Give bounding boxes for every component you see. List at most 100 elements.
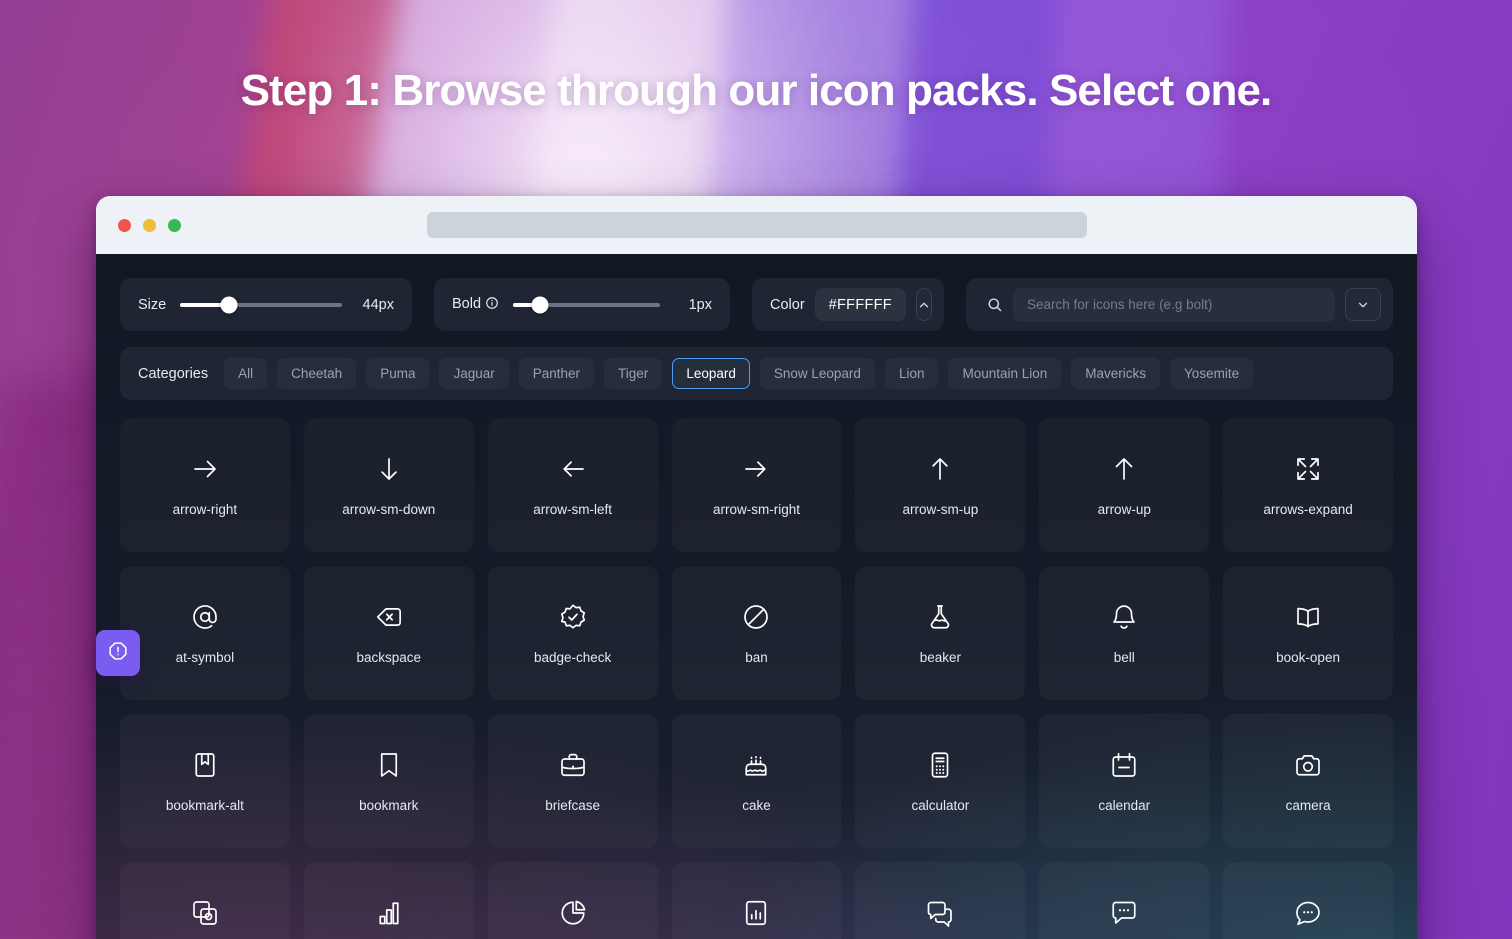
icon-tile-briefcase[interactable]: briefcase [487,714,658,848]
feedback-button[interactable] [96,630,140,676]
zoom-button[interactable] [168,218,181,232]
chat-alt-icon [1109,898,1139,928]
icon-tile-label: backspace [356,649,422,665]
app-body: Size 44px Bold 1px Color #FFFFFF Search … [96,254,1417,939]
arrow-sm-down-icon [374,454,404,484]
icon-tile-at-symbol[interactable]: at-symbol [120,566,290,700]
at-symbol-icon [190,602,220,632]
icon-tile[interactable] [1039,862,1210,939]
beaker-icon [925,602,955,632]
icon-tile-label: beaker [919,649,961,665]
size-panel: Size 44px [120,278,412,331]
category-chip-cheetah[interactable]: Cheetah [277,358,357,389]
category-chip-lion[interactable]: Lion [884,358,939,389]
icon-tile[interactable] [855,862,1026,939]
icon-tile-arrows-expand[interactable]: arrows-expand [1223,418,1393,552]
icon-tile-arrow-up[interactable]: arrow-up [1039,418,1210,552]
icon-tile-calculator[interactable]: calculator [855,714,1026,848]
chevron-down-icon[interactable] [1345,288,1381,321]
info-circle-icon[interactable] [485,296,499,314]
icon-tile-arrow-sm-up[interactable]: arrow-sm-up [855,418,1026,552]
icon-tile-label: calculator [911,797,970,813]
icon-tile[interactable] [303,862,474,939]
color-label: Color [770,296,805,313]
icon-tile-bookmark-alt[interactable]: bookmark-alt [120,714,290,848]
icon-tile-label: arrow-sm-left [533,501,613,517]
icon-tile-bell[interactable]: bell [1039,566,1210,700]
arrows-expand-icon [1293,454,1323,484]
icon-tile-arrow-right[interactable]: arrow-right [120,418,290,552]
window-titlebar [96,196,1417,254]
icon-tile-label: bookmark [359,797,419,813]
arrow-up-icon [1109,454,1139,484]
icon-tile-book-open[interactable]: book-open [1223,566,1393,700]
icon-tile-arrow-sm-down[interactable]: arrow-sm-down [303,418,474,552]
icon-tile[interactable] [120,862,290,939]
icon-tile-ban[interactable]: ban [671,566,842,700]
bookmark-icon [374,750,404,780]
icon-tile-arrow-sm-left[interactable]: arrow-sm-left [487,418,658,552]
browser-window: Size 44px Bold 1px Color #FFFFFF Search … [96,196,1417,939]
url-address-bar[interactable] [426,212,1087,238]
icon-tile-label: arrow-sm-down [342,501,436,517]
book-open-icon [1293,602,1323,632]
arrow-sm-left-icon [558,454,588,484]
icon-tile-label: briefcase [545,797,601,813]
category-chip-panther[interactable]: Panther [518,358,595,389]
categories-label: Categories [138,365,209,382]
category-chip-leopard[interactable]: Leopard [672,358,750,389]
category-chip-mountain-lion[interactable]: Mountain Lion [948,358,1062,389]
settings-toolbar: Size 44px Bold 1px Color #FFFFFF Search … [120,278,1393,331]
arrow-sm-up-icon [925,454,955,484]
icon-tile[interactable] [671,862,842,939]
category-chip-all[interactable]: All [224,358,268,389]
calendar-icon [1109,750,1139,780]
bold-label: Bold [452,296,499,314]
minimize-button[interactable] [143,218,156,232]
icon-tile-label: arrow-up [1097,501,1151,517]
color-panel: Color #FFFFFF [752,278,944,331]
collection-icon [190,898,220,928]
category-chip-mavericks[interactable]: Mavericks [1071,358,1161,389]
category-chip-yosemite[interactable]: Yosemite [1170,358,1254,389]
icon-tile-label: camera [1285,797,1331,813]
icon-tile-arrow-sm-right[interactable]: arrow-sm-right [671,418,842,552]
search-input[interactable]: Search for icons here (e.g bolt) [1013,287,1335,322]
icon-tile-beaker[interactable]: beaker [855,566,1026,700]
chevron-up-icon[interactable] [915,288,932,321]
category-chip-tiger[interactable]: Tiger [604,358,663,389]
icon-tile-cake[interactable]: cake [671,714,842,848]
category-chip-snow-leopard[interactable]: Snow Leopard [759,358,875,389]
icon-grid: arrow-right arrow-sm-down arrow-sm-left arr… [120,418,1393,939]
search-panel: Search for icons here (e.g bolt) [966,278,1393,331]
chart-bar-alt-icon [374,898,404,928]
backspace-icon [374,602,404,632]
category-chip-puma[interactable]: Puma [366,358,430,389]
size-label: Size [138,296,167,313]
icon-tile-label: arrow-right [172,501,238,517]
bold-panel: Bold 1px [434,278,730,331]
icon-tile-badge-check[interactable]: badge-check [487,566,658,700]
bold-slider[interactable] [513,296,660,313]
icon-tile[interactable] [487,862,658,939]
icon-tile-label: cake [742,797,771,813]
icon-tile-label: bookmark-alt [165,797,244,813]
close-button[interactable] [118,218,131,232]
bell-icon [1109,602,1139,632]
bold-label-text: Bold [452,295,482,312]
icon-tile-label: ban [745,649,768,665]
icon-tile[interactable] [1223,862,1393,939]
icon-tile-calendar[interactable]: calendar [1039,714,1210,848]
icon-tile-label: arrow-sm-up [902,501,979,517]
icon-tile-backspace[interactable]: backspace [303,566,474,700]
bold-value: 1px [688,296,712,313]
icon-tile-label: arrow-sm-right [712,501,800,517]
color-hex-input[interactable]: #FFFFFF [814,288,906,321]
icon-tile-camera[interactable]: camera [1223,714,1393,848]
calculator-icon [925,750,955,780]
icon-tile-bookmark[interactable]: bookmark [303,714,474,848]
category-chip-jaguar[interactable]: Jaguar [439,358,509,389]
size-value: 44px [362,296,394,313]
size-slider[interactable] [180,296,342,313]
badge-check-icon [558,602,588,632]
